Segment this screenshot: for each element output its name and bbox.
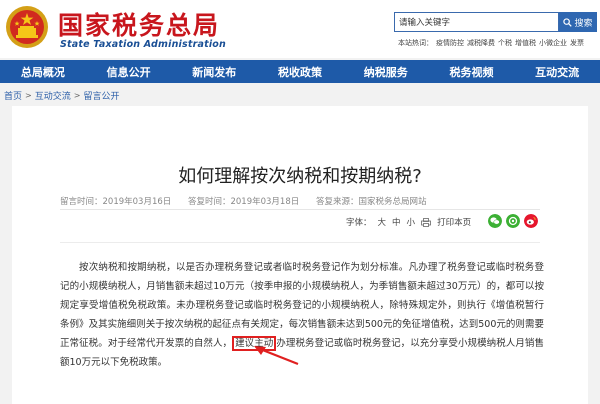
- breadcrumb-home[interactable]: 首页: [4, 89, 22, 102]
- hot-words-label: 本站热词：: [398, 39, 433, 47]
- font-size-large[interactable]: 大: [378, 216, 387, 228]
- nav-item-info-disclosure[interactable]: 信息公开: [86, 60, 172, 83]
- font-size-small[interactable]: 小: [407, 216, 416, 228]
- annotation-arrow-icon: [254, 346, 299, 366]
- font-size-label: 字体：: [346, 218, 372, 228]
- site-title[interactable]: 国家税务总局: [58, 6, 220, 42]
- search-input[interactable]: [399, 15, 554, 30]
- hot-word[interactable]: 发票: [570, 39, 584, 47]
- wechat-share-icon[interactable]: [488, 214, 502, 228]
- national-emblem-icon[interactable]: [5, 5, 49, 49]
- article-body: 按次纳税和按期纳税，以是否办理税务登记或者临时税务登记作为划分标准。凡办理了税务…: [60, 258, 544, 372]
- hot-word[interactable]: 减税降费: [467, 39, 495, 47]
- search-button[interactable]: 搜索: [559, 12, 597, 32]
- nav-item-tax-policy[interactable]: 税收政策: [257, 60, 343, 83]
- answer-date: 答复时间：2019年03月18日: [187, 197, 300, 207]
- nav-item-overview[interactable]: 总局概况: [0, 60, 86, 83]
- breadcrumb-separator: >: [25, 91, 32, 100]
- divider: [60, 242, 540, 243]
- search-icon: [563, 17, 573, 27]
- moments-share-icon[interactable]: [506, 214, 520, 228]
- hot-word[interactable]: 增值税: [515, 39, 536, 47]
- share-icons: [488, 214, 538, 228]
- breadcrumb-messages[interactable]: 留言公开: [83, 89, 119, 102]
- article-toolbar: 字体： 大 中 小 打印本页: [346, 216, 471, 228]
- nav-item-tax-video[interactable]: 税务视频: [429, 60, 515, 83]
- breadcrumb-interaction[interactable]: 互动交流: [35, 89, 71, 102]
- answer-text-start: 按次纳税和按期纳税，以是否办理税务登记或者临时税务登记作为划分标准。凡办理了税务…: [60, 262, 544, 349]
- answer-source: 答复来源：国家税务总局网站: [315, 197, 427, 207]
- article-meta: 留言时间：2019年03月16日 答复时间：2019年03月18日 答复来源：国…: [60, 195, 440, 207]
- hot-word[interactable]: 疫情防控: [436, 39, 464, 47]
- answer-paragraph: 按次纳税和按期纳税，以是否办理税务登记或者临时税务登记作为划分标准。凡办理了税务…: [60, 258, 544, 372]
- breadcrumb-separator: >: [73, 91, 81, 100]
- print-page-link[interactable]: 打印本页: [437, 216, 471, 228]
- weibo-share-icon[interactable]: [524, 214, 538, 228]
- search-box: [394, 12, 559, 32]
- site-subtitle: State Taxation Administration: [60, 39, 226, 50]
- divider: [60, 209, 540, 210]
- nav-item-interaction[interactable]: 互动交流: [514, 60, 600, 83]
- font-size-medium[interactable]: 中: [392, 216, 401, 228]
- main-nav: 总局概况 信息公开 新闻发布 税收政策 纳税服务 税务视频 互动交流: [0, 60, 600, 83]
- nav-item-news[interactable]: 新闻发布: [171, 60, 257, 83]
- hot-word[interactable]: 个税: [498, 39, 512, 47]
- hot-words: 本站热词： 疫情防控 减税降费 个税 增值税 小微企业 发票: [398, 38, 587, 48]
- hot-word[interactable]: 小微企业: [539, 39, 567, 47]
- article-title: 如何理解按次纳税和按期纳税?: [178, 166, 422, 187]
- breadcrumb: 首页 > 互动交流 > 留言公开: [4, 89, 119, 102]
- site-header: 国家税务总局 State Taxation Administration 搜索 …: [0, 0, 600, 58]
- nav-item-tax-service[interactable]: 纳税服务: [343, 60, 429, 83]
- leave-date: 留言时间：2019年03月16日: [60, 197, 172, 207]
- search-button-label: 搜索: [574, 18, 593, 29]
- print-icon[interactable]: [421, 217, 431, 227]
